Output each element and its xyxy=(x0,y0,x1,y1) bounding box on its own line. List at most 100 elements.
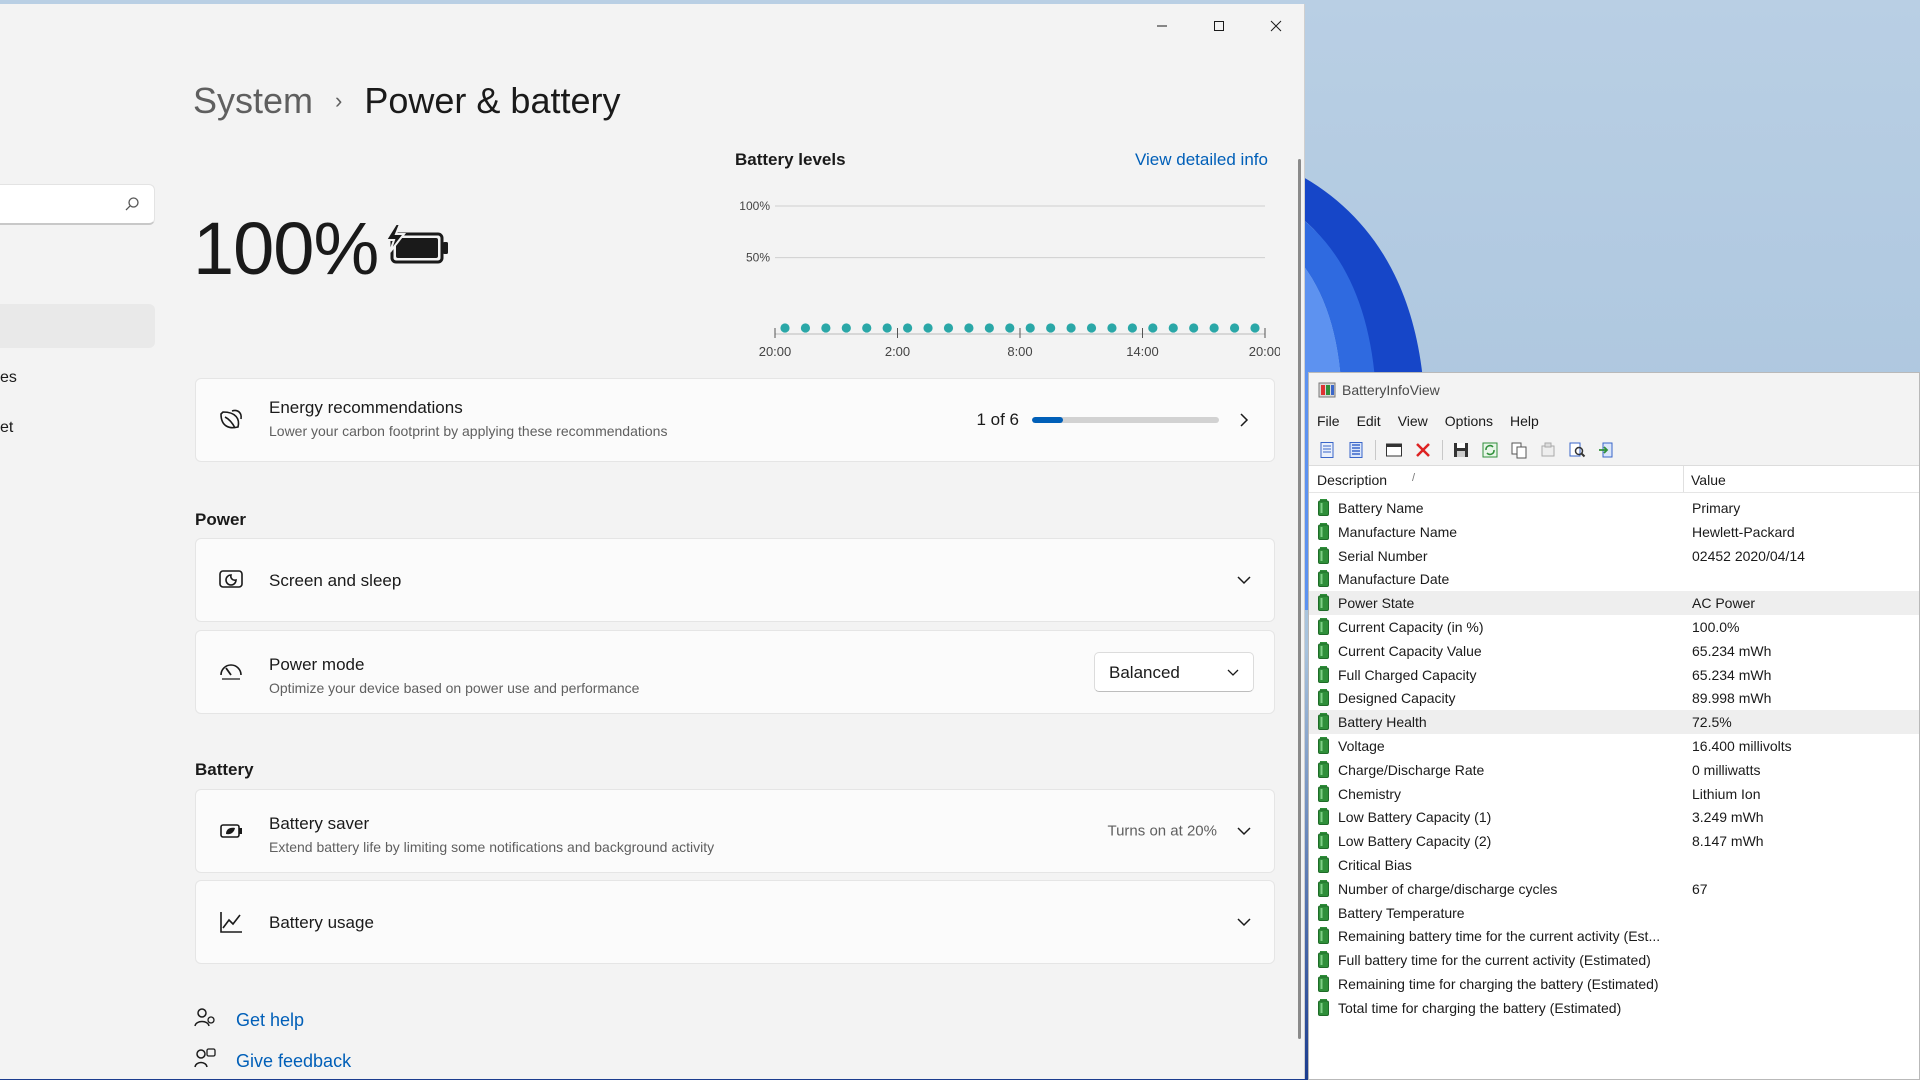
battery-saver-card[interactable]: Battery saver Extend battery life by lim… xyxy=(195,789,1275,873)
table-row[interactable]: Low Battery Capacity (1) 3.249 mWh xyxy=(1309,805,1919,829)
row-description: Full battery time for the current activi… xyxy=(1338,952,1651,969)
table-row[interactable]: Current Capacity (in %) 100.0% xyxy=(1309,615,1919,639)
toolbar-separator xyxy=(1442,440,1443,460)
row-description: Remaining time for charging the battery … xyxy=(1338,975,1659,992)
breadcrumb-chevron-icon: › xyxy=(335,88,343,113)
chart-y-tick-label: 50% xyxy=(746,251,770,265)
chevron-right-icon xyxy=(1240,413,1249,427)
chart-data-point xyxy=(1168,323,1178,333)
menu-options[interactable]: Options xyxy=(1445,413,1493,429)
screen-and-sleep-card[interactable]: Screen and sleep xyxy=(195,538,1275,622)
energy-recommendations-card[interactable]: Energy recommendations Lower your carbon… xyxy=(195,378,1275,462)
table-row[interactable]: Total time for charging the battery (Est… xyxy=(1309,996,1919,1020)
table-row[interactable]: Manufacture Date xyxy=(1309,567,1919,591)
table-row[interactable]: Full battery time for the current activi… xyxy=(1309,948,1919,972)
table-row[interactable]: Current Capacity Value 65.234 mWh xyxy=(1309,639,1919,663)
copy-icon xyxy=(1511,442,1527,459)
row-description: Voltage xyxy=(1338,737,1385,754)
table-row[interactable]: Critical Bias xyxy=(1309,853,1919,877)
properties-icon xyxy=(1541,442,1555,457)
save-disk-icon xyxy=(1454,443,1468,457)
delete-x-icon xyxy=(1416,443,1430,457)
chart-x-tick-label: 2:00 xyxy=(885,344,910,359)
chart-data-point xyxy=(1127,323,1137,333)
close-button[interactable] xyxy=(1247,4,1304,48)
toolbar-battery-log-button[interactable] xyxy=(1344,438,1368,462)
table-row[interactable]: Battery Name Primary xyxy=(1309,496,1919,520)
toolbar-save-button[interactable] xyxy=(1449,438,1473,462)
power-mode-dropdown[interactable]: Balanced xyxy=(1094,652,1254,692)
chart-data-point xyxy=(821,323,831,333)
toolbar-exit-button[interactable] xyxy=(1594,438,1618,462)
table-row[interactable]: Remaining time for charging the battery … xyxy=(1309,972,1919,996)
battery-row-icon xyxy=(1318,855,1329,873)
battery-charging-icon xyxy=(384,224,448,264)
minimize-button[interactable] xyxy=(1133,4,1190,48)
table-row[interactable]: Low Battery Capacity (2) 8.147 mWh xyxy=(1309,829,1919,853)
power-mode-value: Balanced xyxy=(1109,663,1180,682)
column-description-header[interactable]: Description xyxy=(1317,472,1387,488)
menu-edit[interactable]: Edit xyxy=(1357,413,1381,429)
scrollbar[interactable] xyxy=(1298,159,1301,1039)
table-row[interactable]: Chemistry Lithium Ion xyxy=(1309,782,1919,806)
settings-window: System › Power & battery es et 100% Batt… xyxy=(0,4,1305,1079)
table-row[interactable]: Designed Capacity 89.998 mWh xyxy=(1309,686,1919,710)
power-mode-subtitle: Optimize your device based on power use … xyxy=(269,680,640,696)
biv-toolbar xyxy=(1309,435,1919,466)
biv-list: Battery Name Primary Manufacture Name Hewle… xyxy=(1309,493,1919,1020)
table-row[interactable]: Remaining battery time for the current a… xyxy=(1309,924,1919,948)
biv-window-title: BatteryInfoView xyxy=(1342,382,1440,398)
toolbar-refresh-button[interactable] xyxy=(1478,438,1502,462)
table-row[interactable]: Battery Temperature xyxy=(1309,901,1919,925)
menu-file[interactable]: File xyxy=(1317,413,1340,429)
chart-data-point xyxy=(943,323,954,333)
battery-saver-subtitle: Extend battery life by limiting some not… xyxy=(269,839,715,855)
view-detailed-info-link[interactable]: View detailed info xyxy=(1135,150,1268,170)
row-description: Battery Name xyxy=(1338,500,1424,516)
menu-help[interactable]: Help xyxy=(1510,413,1539,429)
table-row[interactable]: Battery Health 72.5% xyxy=(1309,710,1919,734)
breadcrumb-system[interactable]: System xyxy=(193,80,313,122)
table-row[interactable]: Full Charged Capacity 65.234 mWh xyxy=(1309,663,1919,687)
table-row[interactable]: Number of charge/discharge cycles 67 xyxy=(1309,877,1919,901)
toolbar-delete-button[interactable] xyxy=(1411,438,1435,462)
battery-row-icon xyxy=(1318,903,1329,921)
toolbar-window-button[interactable] xyxy=(1382,438,1406,462)
battery-row-icon xyxy=(1318,808,1329,826)
menu-view[interactable]: View xyxy=(1398,413,1428,429)
sidebar-item-partial-2[interactable]: et xyxy=(0,419,13,437)
row-description: Full Charged Capacity xyxy=(1338,666,1477,683)
table-row[interactable]: Voltage 16.400 millivolts xyxy=(1309,734,1919,758)
table-row[interactable]: Serial Number 02452 2020/04/14 xyxy=(1309,544,1919,568)
energy-title: Energy recommendations xyxy=(269,398,463,417)
give-feedback-link[interactable]: Give feedback xyxy=(236,1051,351,1072)
chart-data-point xyxy=(903,323,913,333)
battery-row-icon xyxy=(1318,641,1329,659)
table-row[interactable]: Charge/Discharge Rate 0 milliwatts xyxy=(1309,758,1919,782)
row-description: Low Battery Capacity (2) xyxy=(1338,833,1492,850)
toolbar-properties-button[interactable] xyxy=(1536,438,1560,462)
toolbar-copy-button[interactable] xyxy=(1507,438,1531,462)
chart-data-point xyxy=(1086,323,1097,333)
row-description: Remaining battery time for the current a… xyxy=(1338,928,1661,945)
battery-row-icon xyxy=(1318,546,1329,564)
toolbar-find-button[interactable] xyxy=(1565,438,1589,462)
table-row[interactable]: Power State AC Power xyxy=(1309,591,1919,615)
search-input[interactable] xyxy=(0,184,155,225)
battery-usage-card[interactable]: Battery usage xyxy=(195,880,1275,964)
column-value-header[interactable]: Value xyxy=(1691,472,1726,488)
sidebar-item-selected[interactable] xyxy=(0,304,155,348)
maximize-button[interactable] xyxy=(1190,4,1247,48)
row-value: 02452 2020/04/14 xyxy=(1692,547,1805,564)
table-row[interactable]: Manufacture Name Hewlett-Packard xyxy=(1309,520,1919,544)
biv-titlebar[interactable]: BatteryInfoView xyxy=(1309,373,1919,407)
row-description: Current Capacity (in %) xyxy=(1338,618,1484,635)
toolbar-battery-info-button[interactable] xyxy=(1315,438,1339,462)
get-help-link[interactable]: Get help xyxy=(236,1010,304,1031)
sidebar-item-partial-1[interactable]: es xyxy=(0,369,17,387)
row-description: Total time for charging the battery (Est… xyxy=(1338,999,1622,1016)
column-divider[interactable] xyxy=(1683,466,1684,492)
window-controls xyxy=(1133,4,1304,48)
row-description: Charge/Discharge Rate xyxy=(1338,761,1485,778)
row-value: 72.5% xyxy=(1692,714,1732,731)
